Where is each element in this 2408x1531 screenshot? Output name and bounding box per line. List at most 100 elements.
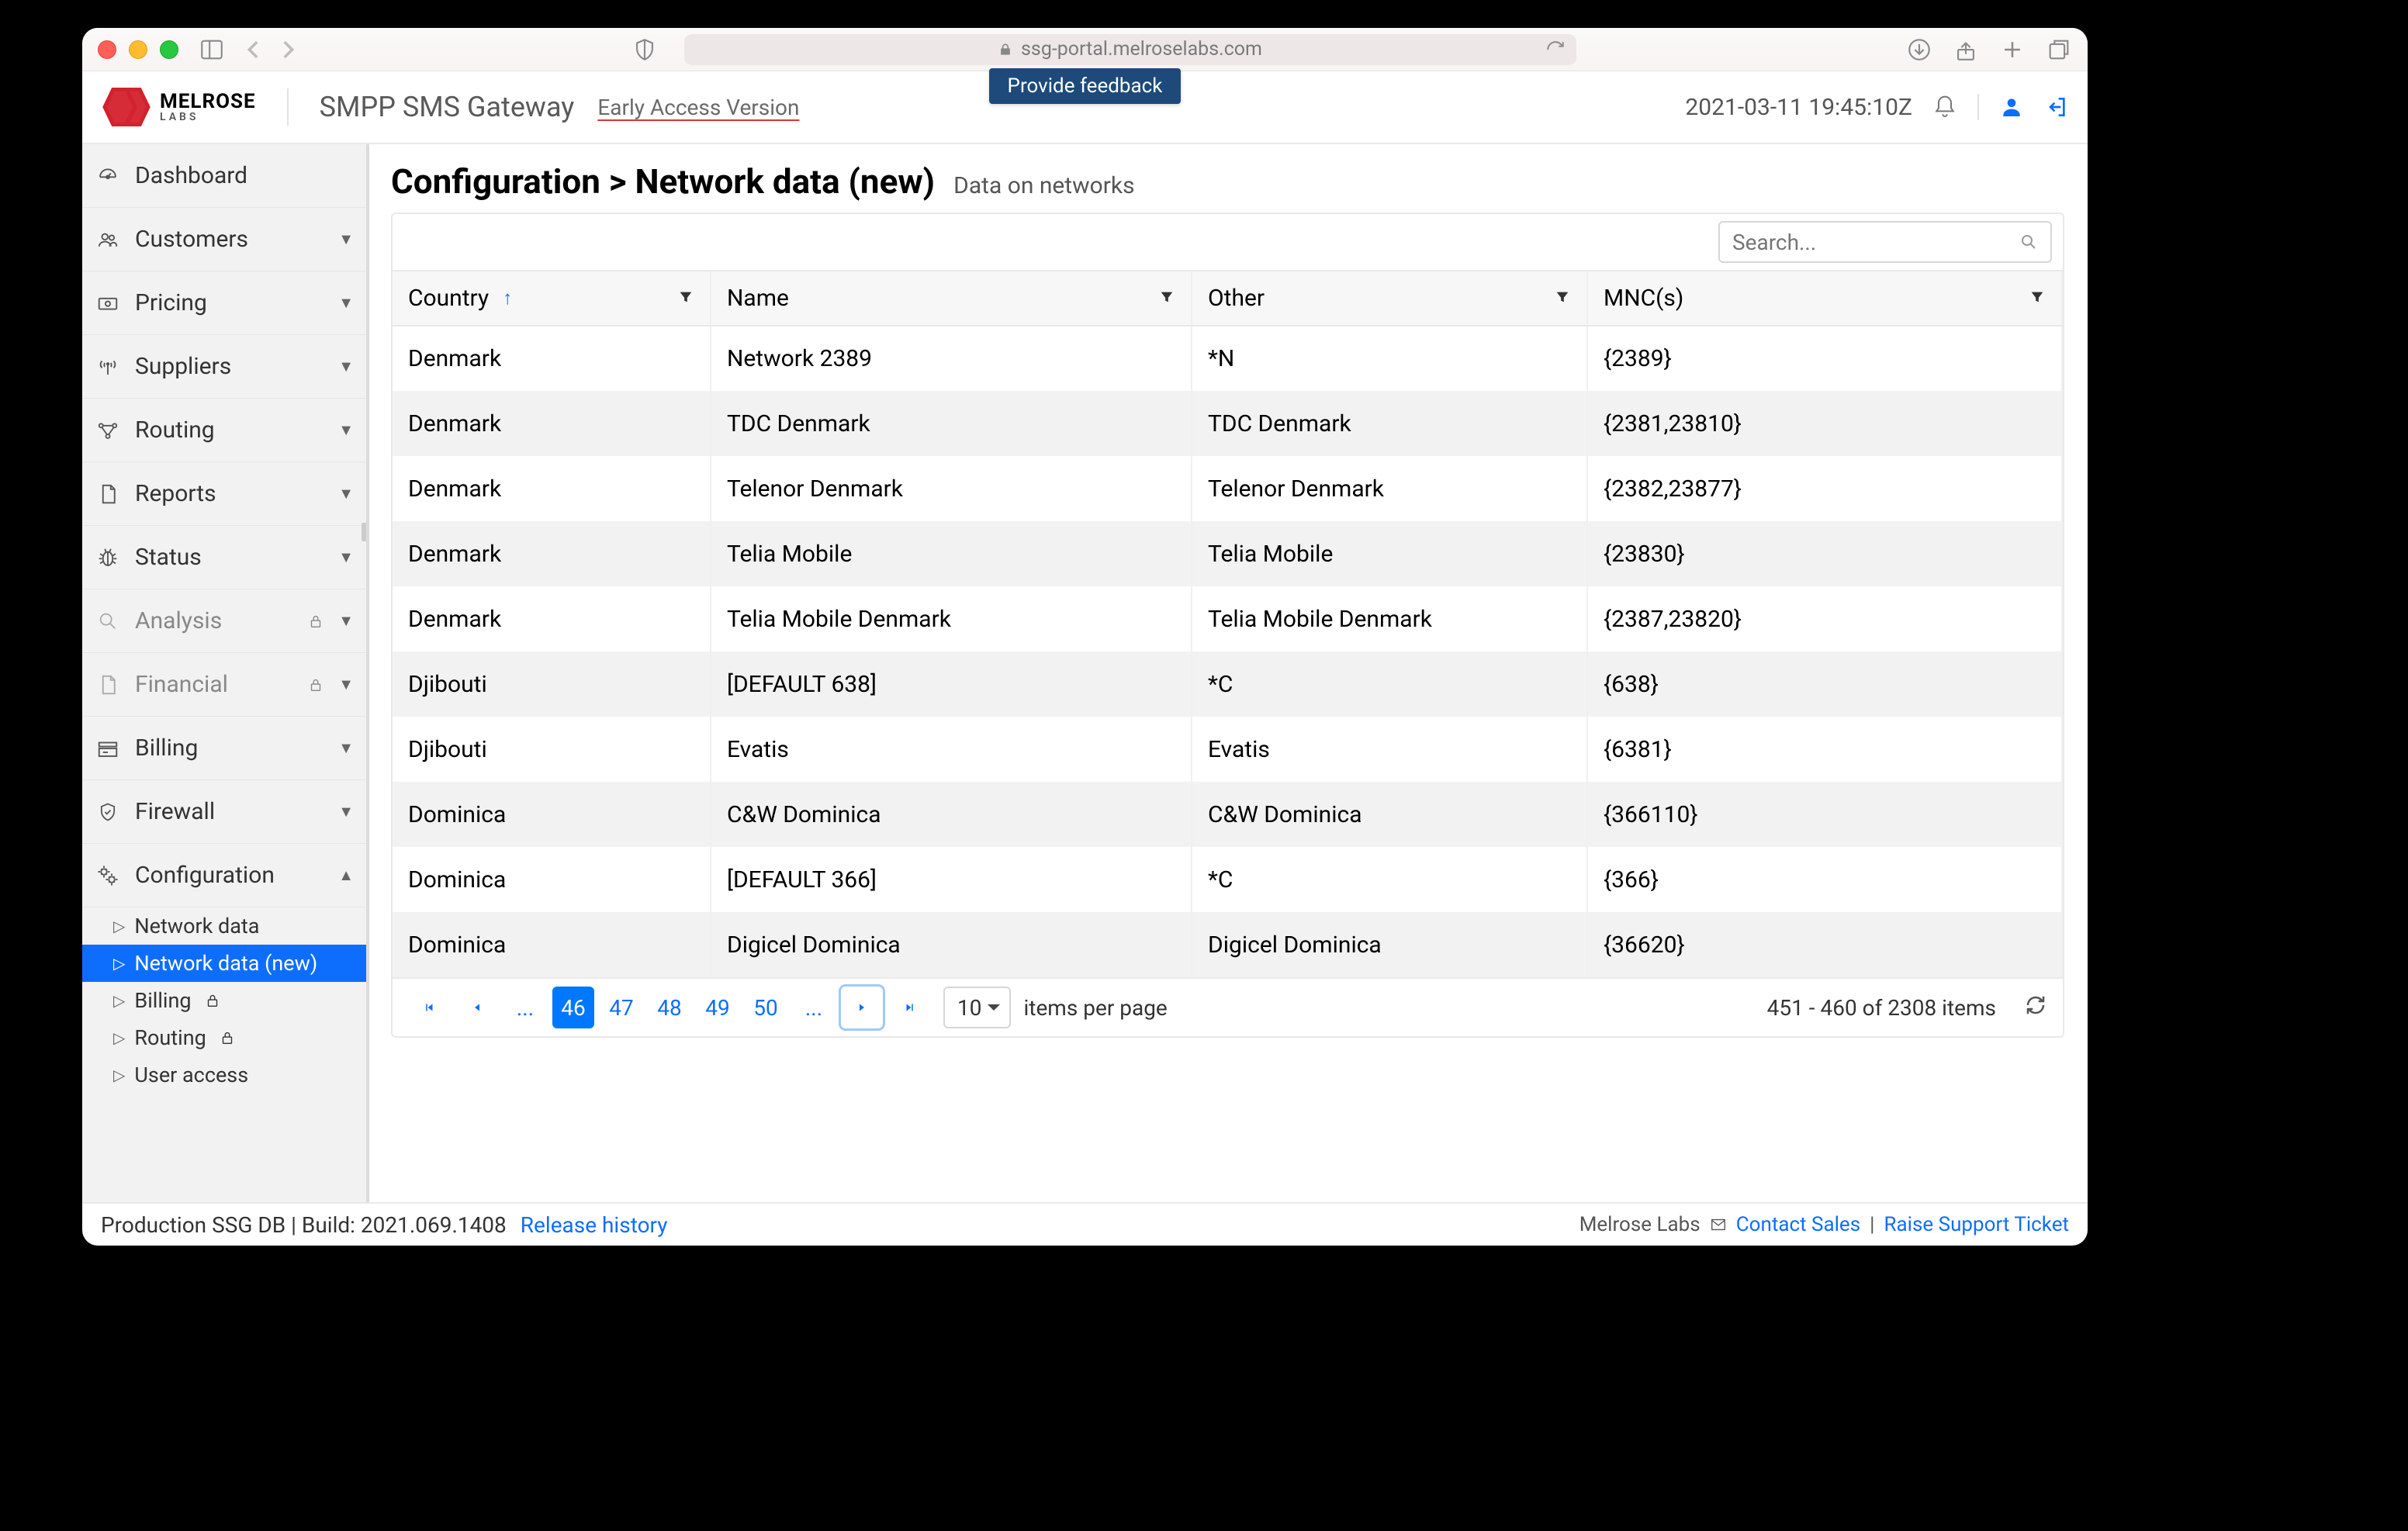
close-window-button[interactable] [98,40,116,59]
page-ellipsis-left[interactable]: ... [504,987,546,1028]
cell-country: Dominica [393,847,711,912]
sidebar-item-billing[interactable]: Billing▼ [82,717,366,780]
table-row[interactable]: DominicaDigicel DominicaDigicel Dominica… [393,912,2062,977]
share-icon[interactable] [1953,36,1979,63]
page-subtitle: Data on networks [953,172,1135,199]
next-page-button[interactable] [841,987,883,1028]
new-tab-icon[interactable] [1999,36,2026,63]
cell-country: Denmark [393,586,711,651]
filter-icon[interactable] [2029,285,2046,312]
release-history-link[interactable]: Release history [521,1212,668,1238]
page-49[interactable]: 49 [697,987,739,1028]
sidebar-item-label: Firewall [135,798,324,825]
sidebar-item-customers[interactable]: Customers▼ [82,208,366,271]
cell-name: [DEFAULT 638] [711,651,1192,717]
support-ticket-link[interactable]: Raise Support Ticket [1884,1213,2070,1236]
privacy-shield-icon[interactable] [631,36,658,63]
forward-button[interactable] [275,36,301,63]
logout-icon[interactable] [2044,95,2069,119]
pager: ...4647484950... 10 items per page 451 -… [393,977,2063,1036]
table-row[interactable]: DenmarkTelenor DenmarkTelenor Denmark{23… [393,456,2062,521]
column-header-other[interactable]: Other [1192,271,1587,326]
table-row[interactable]: DenmarkTelia Mobile DenmarkTelia Mobile … [393,586,2062,651]
footer: Production SSG DB | Build: 2021.069.1408… [82,1202,2088,1246]
chevron-down-icon: ▼ [338,420,354,440]
user-icon[interactable] [1999,95,2024,119]
table-row[interactable]: DenmarkTDC DenmarkTDC Denmark{2381,23810… [393,391,2062,456]
refresh-icon[interactable] [2024,994,2047,1022]
page-50[interactable]: 50 [745,987,787,1028]
prev-page-button[interactable] [456,987,498,1028]
search-input[interactable] [1718,221,2052,263]
back-button[interactable] [240,36,267,63]
column-header-mncs[interactable]: MNC(s) [1587,271,2062,326]
sidebar-item-label: Configuration [135,862,324,889]
table-row[interactable]: Dominica[DEFAULT 366]*C{366} [393,847,2062,912]
sidebar-item-financial[interactable]: Financial▼ [82,653,366,717]
feedback-button[interactable]: Provide feedback [989,68,1182,104]
sidebar-item-status[interactable]: Status▼ [82,526,366,589]
page-size-select[interactable]: 10 [943,987,1011,1028]
cell-other: Telenor Denmark [1192,456,1587,521]
chevron-down-icon: ▼ [338,611,354,631]
table-row[interactable]: DjiboutiEvatisEvatis{6381} [393,717,2062,782]
version-link[interactable]: Early Access Version [597,95,799,120]
reload-icon[interactable] [1545,40,1566,60]
sidebar-sub-network-data-new-[interactable]: ▷Network data (new) [82,945,366,982]
column-header-name[interactable]: Name [711,271,1192,326]
filter-icon[interactable] [1554,285,1571,312]
cell-mnc: {638} [1587,651,2062,717]
sidebar-item-reports[interactable]: Reports ▼ [82,462,366,526]
sidebar-sub-routing[interactable]: ▷Routing [82,1019,366,1056]
sidebar-sub-network-data[interactable]: ▷Network data [82,907,366,945]
last-page-button[interactable] [889,987,931,1028]
url-bar[interactable]: ssg-portal.melroselabs.com [684,34,1576,65]
cell-other: *N [1192,326,1587,391]
maximize-window-button[interactable] [160,40,178,59]
contact-sales-link[interactable]: Contact Sales [1736,1213,1860,1236]
page-46[interactable]: 46 [552,987,594,1028]
brand-logo[interactable]: MELROSE LABS [101,88,256,126]
tabs-icon[interactable] [2046,36,2072,63]
sidebar-item-configuration[interactable]: Configuration▲ [82,844,366,907]
sidebar-toggle-icon[interactable] [199,36,225,63]
cell-name: Digicel Dominica [711,912,1192,977]
chevron-down-icon: ▼ [338,293,354,313]
bullet-icon: ▷ [113,991,125,1010]
sidebar-sub-user-access[interactable]: ▷User access [82,1056,366,1094]
sidebar-item-analysis[interactable]: Analysis▼ [82,589,366,653]
filter-icon[interactable] [1158,285,1175,312]
sidebar-item-firewall[interactable]: Firewall▼ [82,780,366,844]
doc-icon [95,673,121,696]
brand-name-line1: MELROSE [160,92,256,112]
sidebar-item-suppliers[interactable]: Suppliers▼ [82,335,366,399]
table-row[interactable]: DenmarkTelia MobileTelia Mobile{23830} [393,521,2062,586]
page-ellipsis-right[interactable]: ... [793,987,835,1028]
sidebar-resizer[interactable] [362,523,368,541]
gear-icon [95,864,121,887]
notifications-icon[interactable] [1932,95,1957,119]
sort-asc-icon: ↑ [503,287,512,309]
sidebar-item-dashboard[interactable]: Dashboard [82,144,366,208]
sidebar-item-label: Reports [135,480,324,507]
lock-icon [219,1029,236,1046]
chevron-down-icon: ▼ [338,484,354,503]
table-row[interactable]: DominicaC&W DominicaC&W Dominica{366110} [393,782,2062,847]
search-input-field[interactable] [1732,230,2013,255]
page-47[interactable]: 47 [600,987,642,1028]
build-info: Production SSG DB | Build: 2021.069.1408 [101,1212,507,1238]
sidebar-item-label: Suppliers [135,353,324,380]
page-48[interactable]: 48 [649,987,690,1028]
lock-icon [307,676,324,693]
sidebar-item-pricing[interactable]: Pricing▼ [82,271,366,335]
sidebar-item-routing[interactable]: Routing▼ [82,399,366,462]
filter-icon[interactable] [677,285,694,312]
column-header-country[interactable]: Country↑ [393,271,711,326]
table-row[interactable]: DenmarkNetwork 2389*N{2389} [393,326,2062,391]
downloads-icon[interactable] [1906,36,1932,63]
sidebar-sub-billing[interactable]: ▷Billing [82,982,366,1019]
table-row[interactable]: Djibouti[DEFAULT 638]*C{638} [393,651,2062,717]
first-page-button[interactable] [408,987,450,1028]
sidebar-item-label: Billing [135,734,324,762]
minimize-window-button[interactable] [129,40,147,59]
